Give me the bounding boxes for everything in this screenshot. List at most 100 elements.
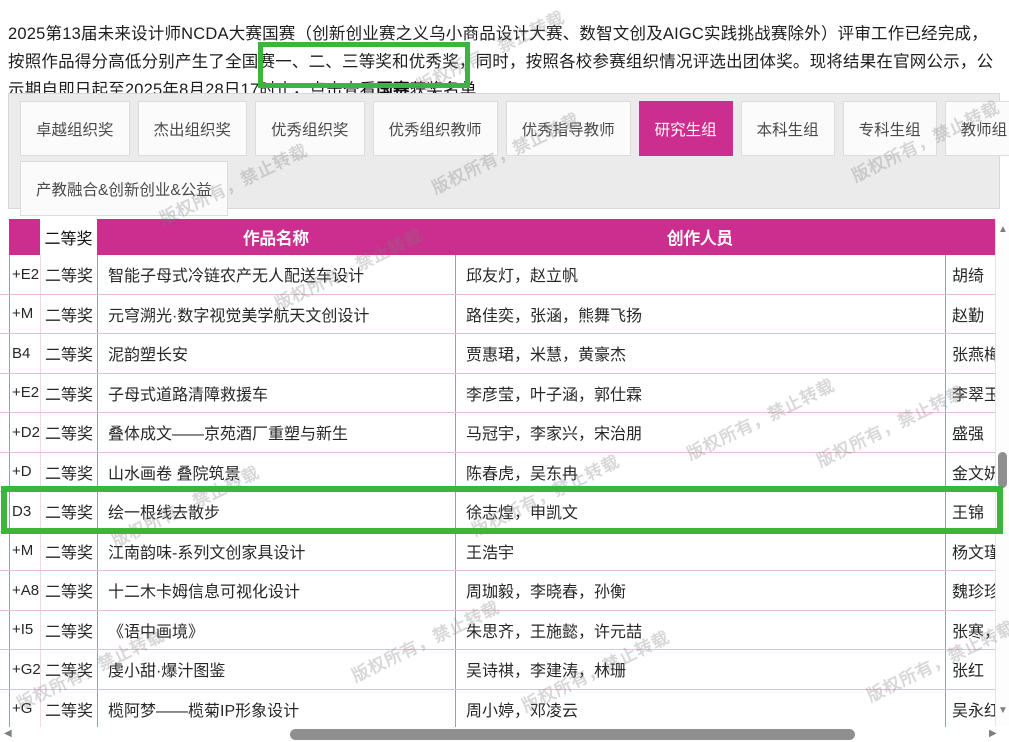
header-award-filter[interactable]: 二等奖 — [40, 219, 97, 255]
cell-creators: 李彦莹，叶子涵，郭仕霖 — [455, 374, 945, 413]
header-teacher — [945, 219, 995, 255]
table-row: +M 二等奖 元穹溯光·数字视觉美学航天文创设计 路佳奕，张涵，熊舞飞扬 赵勤 — [0, 295, 995, 335]
cell-work-name: 十二木卡姆信息可视化设计 — [97, 571, 455, 610]
row-gutter — [0, 453, 9, 492]
tab-good-org-teacher[interactable]: 优秀组织教师 — [373, 101, 498, 156]
row-gutter — [0, 255, 9, 294]
cell-award-level: 二等奖 — [40, 571, 97, 610]
cell-award-level: 二等奖 — [40, 492, 97, 531]
horizontal-scrollbar-thumb[interactable] — [290, 729, 855, 740]
table-body: +E2 二等奖 智能子母式冷链农产无人配送车设计 邱友灯，赵立帆 胡绮 +M 二… — [0, 255, 995, 729]
tab-excellent-org-award[interactable]: 卓越组织奖 — [20, 101, 130, 156]
scroll-down-arrow-icon[interactable]: ▼ — [998, 706, 1008, 716]
cell-award-level: 二等奖 — [40, 611, 97, 650]
cell-teacher: 金文妍 — [945, 453, 995, 492]
table-row: +E2 二等奖 子母式道路清障救援车 李彦莹，叶子涵，郭仕霖 李翠玉 — [0, 374, 995, 414]
cell-award-level: 二等奖 — [40, 295, 97, 334]
cell-teacher: 杨文瑾 — [945, 532, 995, 571]
cell-work-name: 江南韵味-系列文创家具设计 — [97, 532, 455, 571]
cell-award-level: 二等奖 — [40, 650, 97, 689]
cell-creators: 贾惠珺，米慧，黄豪杰 — [455, 334, 945, 373]
cell-award-level: 二等奖 — [40, 374, 97, 413]
tab-good-guidance-teacher[interactable]: 优秀指导教师 — [506, 101, 631, 156]
cell-work-name: 叠体成文——京苑酒厂重塑与新生 — [97, 413, 455, 452]
award-category-tabs: 卓越组织奖 杰出组织奖 优秀组织奖 优秀组织教师 优秀指导教师 研究生组 本科生… — [8, 93, 1000, 209]
cell-creators: 周小婷，邓凌云 — [455, 690, 945, 729]
cell-creators: 路佳奕，张涵，熊舞飞扬 — [455, 295, 945, 334]
row-gutter — [0, 413, 9, 452]
horizontal-scrollbar[interactable]: ◀ ▶ — [0, 727, 1009, 742]
cell-teacher: 魏珍珍 — [945, 571, 995, 610]
cell-teacher: 吴永红 — [945, 690, 995, 729]
row-gutter — [0, 374, 9, 413]
cell-teacher: 赵勤 — [945, 295, 995, 334]
cell-work-name: 绘一根线去散步 — [97, 492, 455, 531]
cell-entry-code: +M — [9, 532, 40, 571]
cell-entry-code: D3 — [9, 492, 40, 531]
table-row: B4 二等奖 泥韵塑长安 贾惠珺，米慧，黄豪杰 张燕梅 — [0, 334, 995, 374]
tab-good-org-award[interactable]: 优秀组织奖 — [255, 101, 365, 156]
cell-entry-code: +A8 — [9, 571, 40, 610]
header-entry-code — [9, 219, 40, 255]
header-gutter — [0, 219, 9, 255]
row-gutter — [0, 690, 9, 729]
cell-creators: 王浩宇 — [455, 532, 945, 571]
scroll-left-arrow-icon[interactable]: ◀ — [4, 729, 12, 739]
scroll-up-arrow-icon[interactable]: ▲ — [998, 225, 1008, 235]
cell-creators: 周珈毅，李晓春，孙衡 — [455, 571, 945, 610]
cell-creators: 马冠宇，李家兴，宋治朋 — [455, 413, 945, 452]
cell-entry-code: +I5 — [9, 611, 40, 650]
cell-entry-code: +D2 — [9, 413, 40, 452]
vertical-scrollbar[interactable]: ▲ ▼ — [995, 219, 1009, 726]
cell-work-name: 智能子母式冷链农产无人配送车设计 — [97, 255, 455, 294]
table-row: +D 二等奖 山水画卷 叠院筑景 陈春虎，吴东冉 金文妍 — [0, 453, 995, 493]
row-gutter — [0, 650, 9, 689]
row-gutter — [0, 571, 9, 610]
tab-graduate-group[interactable]: 研究生组 — [639, 101, 733, 156]
table-row: +D2 二等奖 叠体成文——京苑酒厂重塑与新生 马冠宇，李家兴，宋治朋 盛强 — [0, 413, 995, 453]
row-gutter — [0, 611, 9, 650]
cell-entry-code: B4 — [9, 334, 40, 373]
tab-row-1: 卓越组织奖 杰出组织奖 优秀组织奖 优秀组织教师 优秀指导教师 研究生组 本科生… — [9, 94, 999, 156]
tab-industry-education-group[interactable]: 产教融合&创新创业&公益 — [20, 161, 228, 216]
cell-entry-code: +G — [9, 690, 40, 729]
cell-creators: 徐志煌，申凯文 — [455, 492, 945, 531]
cell-award-level: 二等奖 — [40, 453, 97, 492]
cell-teacher: 李翠玉 — [945, 374, 995, 413]
cell-work-name: 泥韵塑长安 — [97, 334, 455, 373]
cell-work-name: 元穹溯光·数字视觉美学航天文创设计 — [97, 295, 455, 334]
cell-award-level: 二等奖 — [40, 690, 97, 729]
announcement-text: 2025第13届未来设计师NCDA大赛国赛（创新创业赛之义乌小商品设计大赛、数智… — [8, 25, 993, 99]
table-row: D3 二等奖 绘一根线去散步 徐志煌，申凯文 王锦 — [0, 492, 995, 532]
cell-creators: 朱思齐，王施懿，许元喆 — [455, 611, 945, 650]
table-row: +I5 二等奖 《语中画境》 朱思齐，王施懿，许元喆 张寒， — [0, 611, 995, 651]
cell-work-name: 榄阿梦——榄菊IP形象设计 — [97, 690, 455, 729]
tab-row-2: 产教融合&创新创业&公益 — [9, 156, 999, 216]
cell-entry-code: +E2 — [9, 374, 40, 413]
cell-entry-code: +D — [9, 453, 40, 492]
table-row: +G2 二等奖 虔小甜·爆汁图鉴 吴诗祺，李建涛，林珊 张红 — [0, 650, 995, 690]
cell-teacher: 胡绮 — [945, 255, 995, 294]
cell-work-name: 虔小甜·爆汁图鉴 — [97, 650, 455, 689]
vertical-scrollbar-thumb[interactable] — [998, 452, 1007, 488]
table-header-row: 二等奖 作品名称 创作人员 — [0, 219, 995, 255]
cell-creators: 吴诗祺，李建涛，林珊 — [455, 650, 945, 689]
cell-teacher: 盛强 — [945, 413, 995, 452]
table-row: +G 二等奖 榄阿梦——榄菊IP形象设计 周小婷，邓凌云 吴永红 — [0, 690, 995, 730]
scroll-right-arrow-icon[interactable]: ▶ — [989, 729, 997, 739]
tab-college-group[interactable]: 专科生组 — [843, 101, 937, 156]
cell-entry-code: +M — [9, 295, 40, 334]
cell-teacher: 张燕梅 — [945, 334, 995, 373]
cell-work-name: 山水画卷 叠院筑景 — [97, 453, 455, 492]
header-creators: 创作人员 — [455, 219, 945, 255]
tab-teacher-group[interactable]: 教师组 — [945, 101, 1009, 156]
tab-undergraduate-group[interactable]: 本科生组 — [741, 101, 835, 156]
cell-work-name: 《语中画境》 — [97, 611, 455, 650]
row-gutter — [0, 532, 9, 571]
cell-creators: 邱友灯，赵立帆 — [455, 255, 945, 294]
tab-outstanding-org-award[interactable]: 杰出组织奖 — [138, 101, 248, 156]
cell-award-level: 二等奖 — [40, 255, 97, 294]
cell-award-level: 二等奖 — [40, 413, 97, 452]
row-gutter — [0, 295, 9, 334]
cell-teacher: 张红 — [945, 650, 995, 689]
